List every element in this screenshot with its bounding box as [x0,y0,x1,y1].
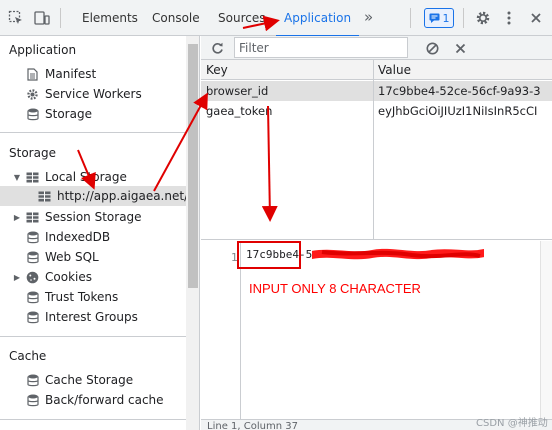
section-divider [0,419,186,420]
issues-badge[interactable]: 1 [424,8,454,28]
sidebar-item-label: http://app.aigaea.net/ [57,189,189,203]
sidebar-item-service-workers[interactable]: Service Workers [26,84,142,104]
sidebar-item-label: Cookies [45,270,92,284]
sidebar-item-label: Back/forward cache [45,393,164,407]
redaction-scribble [312,248,484,260]
toolbar-divider [410,8,411,28]
annotation-text: INPUT ONLY 8 CHARACTER [249,281,421,296]
cookie-icon [26,271,39,284]
sidebar-item-cache-storage[interactable]: Cache Storage [26,370,133,390]
delete-selected-icon[interactable] [450,38,470,58]
sidebar-item-label: Local Storage [45,170,127,184]
application-sidebar: Application Manifest Service Workers Sto… [0,36,200,430]
cell-key: gaea_token [206,104,273,118]
sidebar-scrollbar[interactable] [186,36,199,430]
close-devtools-icon[interactable] [526,8,546,28]
column-divider[interactable] [373,60,374,240]
watermark: CSDN @神推动 [476,418,548,429]
value-viewer: 1 17c9bbe4-5 [201,241,552,430]
table-header: Key Value [201,60,552,80]
toolbar-divider [60,8,61,28]
sidebar-item-label: Trust Tokens [45,290,119,304]
storage-table: Key Value browser_id 17c9bbe4-52ce-56cf-… [201,60,552,240]
sidebar-item-local-storage[interactable]: Local Storage [26,167,127,187]
sidebar-item-label: Storage [45,107,92,121]
tab-console[interactable]: Console [152,0,200,36]
inspect-element-icon[interactable] [6,8,26,28]
expand-down-icon[interactable]: ▼ [12,172,22,182]
column-header-key[interactable]: Key [201,60,228,80]
grid-icon [26,211,39,224]
section-title-cache: Cache [9,349,47,363]
database-icon [26,251,39,264]
sidebar-item-indexeddb[interactable]: IndexedDB [26,227,110,247]
sidebar-item-local-origin[interactable]: http://app.aigaea.net/ [38,186,188,206]
clear-all-icon[interactable] [422,38,442,58]
sidebar-item-web-sql[interactable]: Web SQL [26,247,99,267]
highlight-box [237,241,301,269]
scrollbar-thumb[interactable] [188,44,198,288]
document-icon [26,67,39,81]
sidebar-item-label: IndexedDB [45,230,111,244]
cell-value: eyJhbGciOiJIUzI1NiIsInR5cCI [378,104,538,118]
devtools-tab-bar: Elements Console Sources Application » 1 [0,0,552,37]
line-gutter: 1 [201,241,241,419]
sidebar-item-cookies[interactable]: Cookies [26,267,92,287]
table-row[interactable]: gaea_token eyJhbGciOiJIUzI1NiIsInR5cCI [201,101,552,121]
tab-elements[interactable]: Elements [82,0,138,36]
section-title-application: Application [9,43,77,57]
sidebar-item-back-forward-cache[interactable]: Back/forward cache [26,390,164,410]
more-tabs-button[interactable]: » [364,0,373,36]
filter-input[interactable] [234,37,408,58]
storage-toolbar [201,36,552,60]
refresh-icon[interactable] [207,38,227,58]
more-options-icon[interactable] [499,8,519,28]
sidebar-item-label: Service Workers [45,87,142,101]
section-title-storage: Storage [9,146,56,160]
tab-application[interactable]: Application [275,0,360,37]
database-icon [26,394,39,407]
database-icon [26,374,39,387]
grid-icon [26,171,39,184]
gear-icon[interactable] [473,8,493,28]
toolbar-divider [463,8,464,28]
cursor-position: Line 1, Column 37 [207,421,298,430]
database-icon [26,231,39,244]
expand-right-icon[interactable]: ▶ [12,212,22,222]
database-icon [26,108,39,121]
sidebar-item-storage[interactable]: Storage [26,104,92,124]
section-divider [0,132,186,133]
column-header-value[interactable]: Value [373,60,411,80]
sidebar-item-interest-groups[interactable]: Interest Groups [26,307,138,327]
issues-count: 1 [442,11,450,25]
section-divider [0,336,186,337]
cell-key: browser_id [206,84,269,98]
sidebar-item-label: Cache Storage [45,373,134,387]
tab-sources[interactable]: Sources [218,0,265,36]
database-icon [26,291,39,304]
sidebar-item-manifest[interactable]: Manifest [26,64,96,84]
gear-icon [26,88,39,101]
message-icon [429,13,439,23]
grid-icon [38,190,51,203]
sidebar-item-label: Manifest [45,67,97,81]
cell-value: 17c9bbe4-52ce-56cf-9a93-3 [378,84,541,98]
sidebar-item-trust-tokens[interactable]: Trust Tokens [26,287,118,307]
sidebar-item-session-storage[interactable]: Session Storage [26,207,142,227]
sidebar-item-label: Session Storage [45,210,142,224]
sidebar-item-label: Interest Groups [45,310,138,324]
database-icon [26,311,39,324]
sidebar-item-label: Web SQL [45,250,99,264]
viewer-scrollbar[interactable] [540,241,552,419]
device-toolbar-icon[interactable] [32,8,52,28]
expand-right-icon[interactable]: ▶ [12,272,22,282]
table-row[interactable]: browser_id 17c9bbe4-52ce-56cf-9a93-3 [201,81,552,101]
